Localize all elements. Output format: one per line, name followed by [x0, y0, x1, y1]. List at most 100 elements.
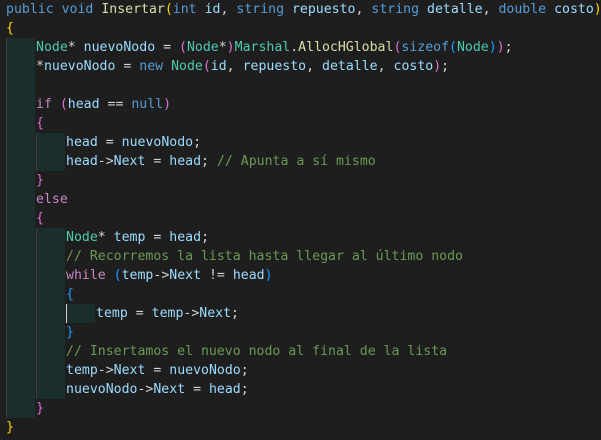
variable-temp: temp — [113, 230, 146, 245]
keyword-while: while — [66, 268, 106, 283]
if-brace-open: { — [36, 116, 44, 131]
keyword-if: if — [36, 97, 52, 112]
code-line-22[interactable]: } — [36, 399, 44, 418]
while-paren-open: ( — [113, 268, 122, 283]
method-brace-open: { — [6, 21, 14, 36]
code-line-3[interactable]: Node* nuevoNodo = (Node*)Marshal.AllocHG… — [36, 38, 513, 57]
comma: , — [482, 2, 491, 17]
indent-guide-level-3-while — [66, 304, 95, 323]
arg-costo: costo — [393, 59, 434, 74]
code-line-11[interactable]: else — [36, 190, 68, 209]
variable-head: head — [66, 154, 98, 169]
assign-operator: = — [153, 230, 162, 245]
code-line-12[interactable]: { — [36, 209, 44, 228]
param-paren-close: ) — [593, 2, 601, 17]
semicolon: ; — [231, 306, 239, 321]
equality-operator: == — [107, 97, 124, 112]
comma: , — [306, 59, 315, 74]
code-line-2[interactable]: { — [6, 19, 14, 38]
param-id: id — [204, 2, 221, 17]
keyword-sizeof: sizeof — [401, 40, 450, 55]
variable-head: head — [208, 382, 241, 397]
code-line-21[interactable]: nuevoNodo->Next = head; — [66, 380, 249, 399]
keyword-void: void — [61, 2, 94, 17]
comment-insertamos: // Insertamos el nuevo nodo al final de … — [66, 344, 448, 359]
arrow-operator: -> — [97, 154, 114, 169]
code-line-17[interactable]: temp = temp->Next; — [96, 304, 239, 323]
code-line-15[interactable]: while (temp->Next != head) — [66, 266, 273, 285]
code-line-23[interactable]: } — [6, 418, 14, 437]
keyword-new: new — [139, 59, 164, 74]
variable-nuevonodo: nuevoNodo — [121, 135, 194, 150]
code-line-20[interactable]: temp->Next = nuevoNodo; — [66, 361, 249, 380]
code-line-14[interactable]: // Recorremos la lista hasta llegar al ú… — [66, 247, 463, 266]
type-node: Node — [186, 40, 219, 55]
variable-head: head — [169, 230, 202, 245]
variable-head: head — [66, 135, 98, 150]
cast-paren-close: ) — [226, 40, 235, 55]
pointer-star: * — [218, 40, 227, 55]
semicolon: ; — [240, 363, 249, 378]
if-brace-close: } — [36, 173, 44, 188]
semicolon: ; — [441, 59, 450, 74]
arrow-operator: -> — [97, 363, 114, 378]
keyword-int: int — [172, 2, 197, 17]
semicolon: ; — [201, 230, 210, 245]
comment-recorremos: // Recorremos la lista hasta llegar al ú… — [66, 249, 463, 264]
variable-head: head — [232, 268, 265, 283]
code-line-13[interactable]: Node* temp = head; — [66, 228, 209, 247]
variable-nuevonodo: nuevoNodo — [43, 59, 116, 74]
inequality-operator: != — [208, 268, 225, 283]
keyword-string: string — [236, 2, 285, 17]
arg-detalle: detalle — [322, 59, 378, 74]
code-line-8[interactable]: head = nuevoNodo; — [66, 133, 201, 152]
keyword-string: string — [371, 2, 420, 17]
code-line-19[interactable]: // Insertamos el nuevo nodo al final de … — [66, 342, 447, 361]
comma: , — [220, 2, 229, 17]
pointer-star: * — [67, 40, 76, 55]
assign-operator: = — [153, 363, 162, 378]
member-next: Next — [113, 154, 146, 169]
if-paren-open: ( — [59, 97, 68, 112]
cast-paren-open: ( — [179, 40, 187, 55]
code-line-7[interactable]: { — [36, 114, 44, 133]
else-brace-open: { — [36, 211, 44, 226]
code-line-16[interactable]: { — [66, 285, 74, 304]
indent-guide-level-2-if — [36, 133, 65, 171]
call-paren-close: ) — [496, 40, 505, 55]
assign-operator: = — [105, 135, 114, 150]
indent-guide-rule-2-if — [36, 133, 37, 171]
active-indent-guide — [66, 304, 67, 323]
code-editor[interactable]: public void Insertar(int id, string repu… — [0, 0, 601, 440]
variable-temp: temp — [96, 306, 128, 321]
arrow-operator: -> — [153, 268, 170, 283]
pointer-star: * — [97, 230, 106, 245]
code-line-9[interactable]: head->Next = head; // Apunta a sí mismo — [66, 152, 376, 171]
member-next: Next — [113, 363, 146, 378]
type-marshal: Marshal — [234, 40, 291, 55]
variable-nuevonodo: nuevoNodo — [83, 40, 156, 55]
arg-repuesto: repuesto — [242, 59, 307, 74]
keyword-else: else — [36, 192, 68, 207]
member-next: Next — [169, 268, 202, 283]
while-paren-close: ) — [264, 268, 273, 283]
arrow-operator: -> — [183, 306, 200, 321]
variable-temp: temp — [151, 306, 184, 321]
comma: , — [355, 2, 364, 17]
code-line-4[interactable]: *nuevoNodo = new Node(id, repuesto, deta… — [36, 57, 449, 76]
if-paren-close: ) — [163, 97, 172, 112]
code-line-6[interactable]: if (head == null) — [36, 95, 171, 114]
args-paren-open: ( — [202, 59, 211, 74]
indent-guide-rule-2-else — [36, 228, 37, 399]
sizeof-paren-close: ) — [488, 40, 497, 55]
code-line-10[interactable]: } — [36, 171, 44, 190]
code-line-18[interactable]: } — [66, 323, 74, 342]
variable-head: head — [169, 154, 202, 169]
while-brace-open: { — [66, 287, 74, 302]
assign-operator: = — [135, 306, 144, 321]
keyword-double: double — [498, 2, 547, 17]
code-line-1[interactable]: public void Insertar(int id, string repu… — [6, 0, 601, 19]
param-repuesto: repuesto — [291, 2, 356, 17]
param-paren-open: ( — [164, 2, 173, 17]
keyword-null: null — [131, 97, 164, 112]
